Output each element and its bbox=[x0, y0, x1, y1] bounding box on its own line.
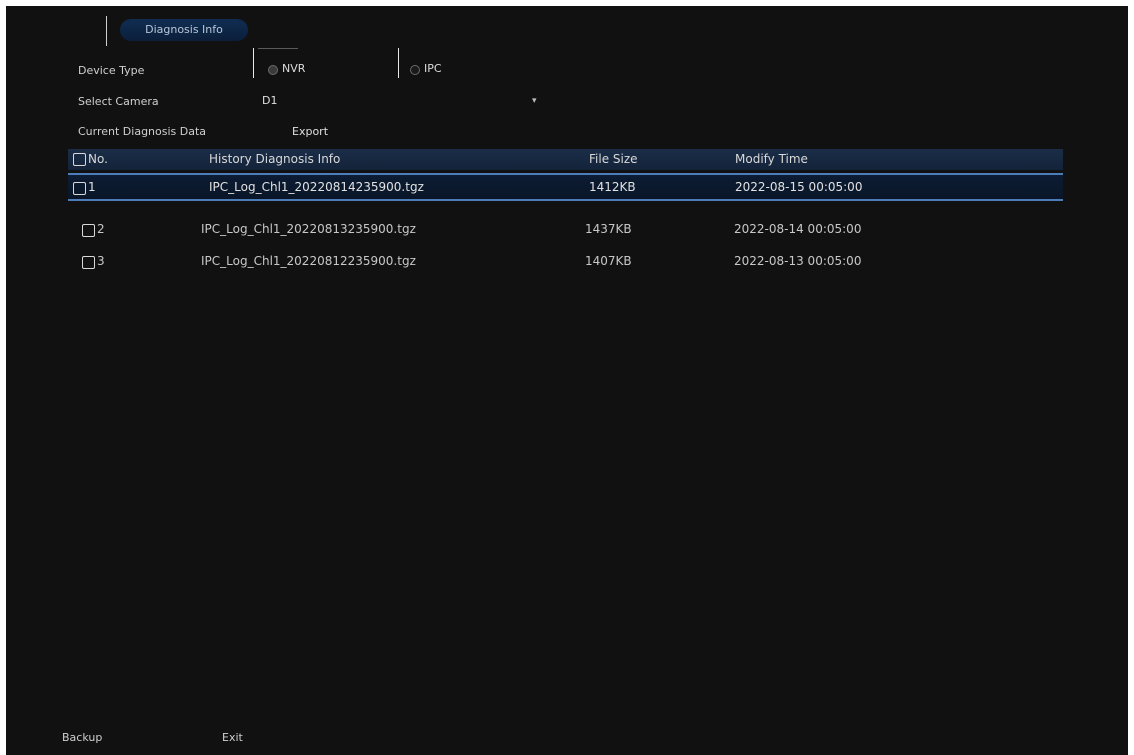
col-no: No. bbox=[88, 152, 108, 166]
table-header: No. History Diagnosis Info File Size Mod… bbox=[68, 149, 1063, 170]
col-file-size: File Size bbox=[589, 152, 638, 166]
row-no: 2 bbox=[97, 222, 105, 236]
row-time: 2022-08-15 00:05:00 bbox=[735, 180, 863, 194]
device-type-frame bbox=[258, 48, 298, 49]
col-modify-time: Modify Time bbox=[735, 152, 808, 166]
device-type-divider bbox=[253, 48, 254, 78]
screen: Diagnosis Info Device Type NVR IPC Selec… bbox=[6, 6, 1128, 755]
select-camera-label: Select Camera bbox=[78, 95, 159, 108]
row-size: 1412KB bbox=[589, 180, 636, 194]
row-time: 2022-08-13 00:05:00 bbox=[734, 254, 862, 268]
table-row[interactable]: 3 IPC_Log_Chl1_20220812235900.tgz 1407KB… bbox=[68, 249, 1063, 277]
select-camera-dropdown[interactable]: D1 ▾ bbox=[258, 90, 548, 112]
table-row[interactable]: 1 IPC_Log_Chl1_20220814235900.tgz 1412KB… bbox=[68, 173, 1063, 201]
exit-button[interactable]: Exit bbox=[222, 731, 243, 744]
row-size: 1437KB bbox=[585, 222, 632, 236]
select-all-checkbox[interactable] bbox=[73, 153, 86, 166]
backup-label: Backup bbox=[62, 731, 103, 744]
export-button[interactable]: Export bbox=[292, 125, 328, 138]
device-type-nvr-radio[interactable] bbox=[268, 65, 278, 75]
row-size: 1407KB bbox=[585, 254, 632, 268]
current-diagnosis-label: Current Diagnosis Data bbox=[78, 125, 207, 138]
table-row[interactable]: 2 IPC_Log_Chl1_20220813235900.tgz 1437KB… bbox=[68, 217, 1063, 245]
col-history-info: History Diagnosis Info bbox=[209, 152, 341, 166]
device-type-label: Device Type bbox=[78, 64, 145, 77]
chevron-down-icon: ▾ bbox=[532, 96, 537, 106]
row-no: 1 bbox=[88, 180, 96, 194]
row-no: 3 bbox=[97, 254, 105, 268]
row-checkbox[interactable] bbox=[82, 256, 95, 269]
select-camera-value: D1 bbox=[262, 94, 278, 107]
device-type-nvr-label: NVR bbox=[282, 62, 306, 75]
row-checkbox[interactable] bbox=[82, 224, 95, 237]
row-filename: IPC_Log_Chl1_20220813235900.tgz bbox=[201, 222, 416, 236]
device-type-divider-2 bbox=[398, 48, 399, 78]
row-checkbox[interactable] bbox=[73, 182, 86, 195]
device-type-ipc-label: IPC bbox=[424, 62, 442, 75]
row-time: 2022-08-14 00:05:00 bbox=[734, 222, 862, 236]
tab-diagnosis-info[interactable]: Diagnosis Info bbox=[120, 19, 248, 41]
device-type-ipc-radio[interactable] bbox=[410, 65, 420, 75]
row-filename: IPC_Log_Chl1_20220812235900.tgz bbox=[201, 254, 416, 268]
row-filename: IPC_Log_Chl1_20220814235900.tgz bbox=[209, 180, 424, 194]
tab-divider bbox=[106, 16, 107, 46]
